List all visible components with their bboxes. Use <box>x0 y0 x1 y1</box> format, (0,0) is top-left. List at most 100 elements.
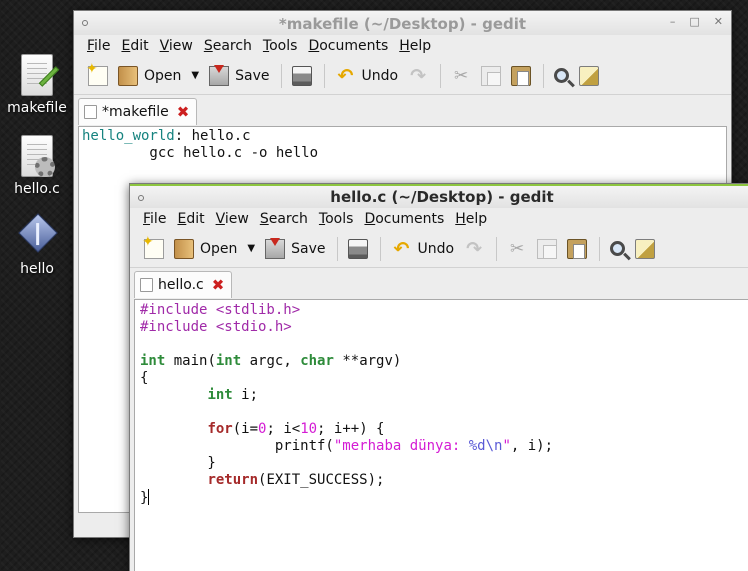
code-line: gcc hello.c -o hello <box>82 145 723 162</box>
copy-button[interactable] <box>477 61 505 91</box>
code-token: **argv) <box>333 353 402 369</box>
tab-bar: *makefile ✖ <box>74 95 731 125</box>
undo-button[interactable]: ↶ Undo <box>387 234 458 264</box>
search-icon <box>554 68 570 83</box>
replace-button[interactable] <box>575 61 603 91</box>
tab-bar: hello.c ✖ <box>130 268 748 298</box>
code-line: } <box>140 489 748 506</box>
open-folder-icon <box>174 238 194 259</box>
undo-button[interactable]: ↶ Undo <box>331 61 402 91</box>
print-button[interactable] <box>288 61 316 91</box>
open-label: Open <box>200 240 238 257</box>
desktop-icon-makefile[interactable]: makefile <box>2 52 72 116</box>
menu-view[interactable]: View <box>155 38 198 54</box>
code-token: printf( <box>140 438 334 454</box>
open-button[interactable]: Open ▼ <box>114 61 203 91</box>
code-token: } <box>140 455 216 471</box>
redo-button[interactable]: ↷ <box>404 61 432 91</box>
menu-tools[interactable]: Tools <box>258 38 303 54</box>
code-token: int <box>215 353 242 369</box>
desktop-icon-label: hello.c <box>14 181 60 197</box>
code-token: %d\n <box>468 438 503 454</box>
cut-button[interactable]: ✂ <box>447 61 475 91</box>
maximize-icon[interactable]: □ <box>689 15 699 28</box>
code-token: hello_world <box>82 128 175 144</box>
code-token: argc, <box>241 353 301 369</box>
chevron-down-icon[interactable]: ▼ <box>191 70 199 81</box>
find-button[interactable] <box>606 234 629 264</box>
menu-documents[interactable]: Documents <box>303 38 393 54</box>
printer-icon <box>348 238 369 259</box>
toolbar: Open ▼ Save ↶ Undo ↷ ✂ <box>74 57 731 95</box>
titlebar[interactable]: *makefile (~/Desktop) - gedit – □ ✕ <box>74 11 731 35</box>
menu-help[interactable]: Help <box>394 38 436 54</box>
toolbar-separator <box>440 63 442 88</box>
tab-hello-c[interactable]: hello.c ✖ <box>134 271 233 298</box>
toolbar-separator <box>496 236 498 261</box>
redo-button[interactable]: ↷ <box>460 234 488 264</box>
code-token: gcc hello.c -o hello <box>82 145 319 161</box>
find-button[interactable] <box>550 61 573 91</box>
code-token: } <box>140 490 149 506</box>
close-icon[interactable]: ✕ <box>714 15 723 28</box>
tab-label: hello.c <box>158 277 204 293</box>
desktop-icon-hello[interactable]: hello <box>2 213 72 277</box>
titlebar[interactable]: hello.c (~/Desktop) - gedit <box>130 184 748 208</box>
menu-edit[interactable]: Edit <box>172 211 209 227</box>
replace-button[interactable] <box>631 234 659 264</box>
code-token: return <box>207 472 259 488</box>
code-token: main( <box>165 353 216 369</box>
menu-file[interactable]: File <box>138 211 171 227</box>
menu-documents[interactable]: Documents <box>359 211 449 227</box>
text-cursor <box>148 489 150 505</box>
save-label: Save <box>235 67 270 84</box>
toolbar-separator <box>337 236 339 261</box>
menu-tools[interactable]: Tools <box>314 211 359 227</box>
code-token: int <box>207 387 233 403</box>
toolbar-separator <box>599 236 601 261</box>
new-button[interactable] <box>84 61 112 91</box>
menubar: File Edit View Search Tools Documents He… <box>74 35 731 57</box>
tab-makefile[interactable]: *makefile ✖ <box>78 98 198 125</box>
open-folder-icon <box>118 65 138 86</box>
chevron-down-icon[interactable]: ▼ <box>247 243 255 254</box>
text-editor[interactable]: #include <stdlib.h> #include <stdio.h> in… <box>134 299 748 571</box>
new-document-icon <box>142 234 164 259</box>
paste-button[interactable] <box>507 61 535 91</box>
open-button[interactable]: Open ▼ <box>170 234 259 264</box>
undo-icon: ↶ <box>393 237 410 260</box>
new-button[interactable] <box>140 234 168 264</box>
close-tab-icon[interactable]: ✖ <box>177 104 190 120</box>
paste-button[interactable] <box>563 234 591 264</box>
print-button[interactable] <box>344 234 372 264</box>
code-token: , i); <box>510 438 554 454</box>
menu-view[interactable]: View <box>211 211 254 227</box>
menu-search[interactable]: Search <box>199 38 257 54</box>
code-token: i; <box>232 387 259 403</box>
menu-search[interactable]: Search <box>255 211 313 227</box>
executable-icon <box>17 213 58 259</box>
tab-label: *makefile <box>102 104 169 120</box>
save-icon <box>265 237 286 259</box>
copy-button[interactable] <box>533 234 561 264</box>
menu-edit[interactable]: Edit <box>116 38 153 54</box>
close-tab-icon[interactable]: ✖ <box>212 277 225 293</box>
minimize-icon[interactable]: – <box>670 15 676 28</box>
menu-help[interactable]: Help <box>450 211 492 227</box>
text-document-icon <box>17 52 60 98</box>
save-button[interactable]: Save <box>205 61 273 91</box>
cut-button[interactable]: ✂ <box>503 234 531 264</box>
undo-icon: ↶ <box>337 64 354 87</box>
code-line: #include <stdlib.h> <box>140 302 748 319</box>
undo-label: Undo <box>361 67 399 84</box>
code-token: for <box>207 421 233 437</box>
toolbar: Open ▼ Save ↶ Undo ↷ ✂ <box>130 230 748 268</box>
desktop-icon-hello-c[interactable]: hello.c <box>2 133 72 197</box>
menu-file[interactable]: File <box>82 38 115 54</box>
code-line: return(EXIT_SUCCESS); <box>140 472 748 489</box>
save-button[interactable]: Save <box>261 234 329 264</box>
code-token: 10 <box>300 421 318 437</box>
code-token: ; i< <box>266 421 301 437</box>
